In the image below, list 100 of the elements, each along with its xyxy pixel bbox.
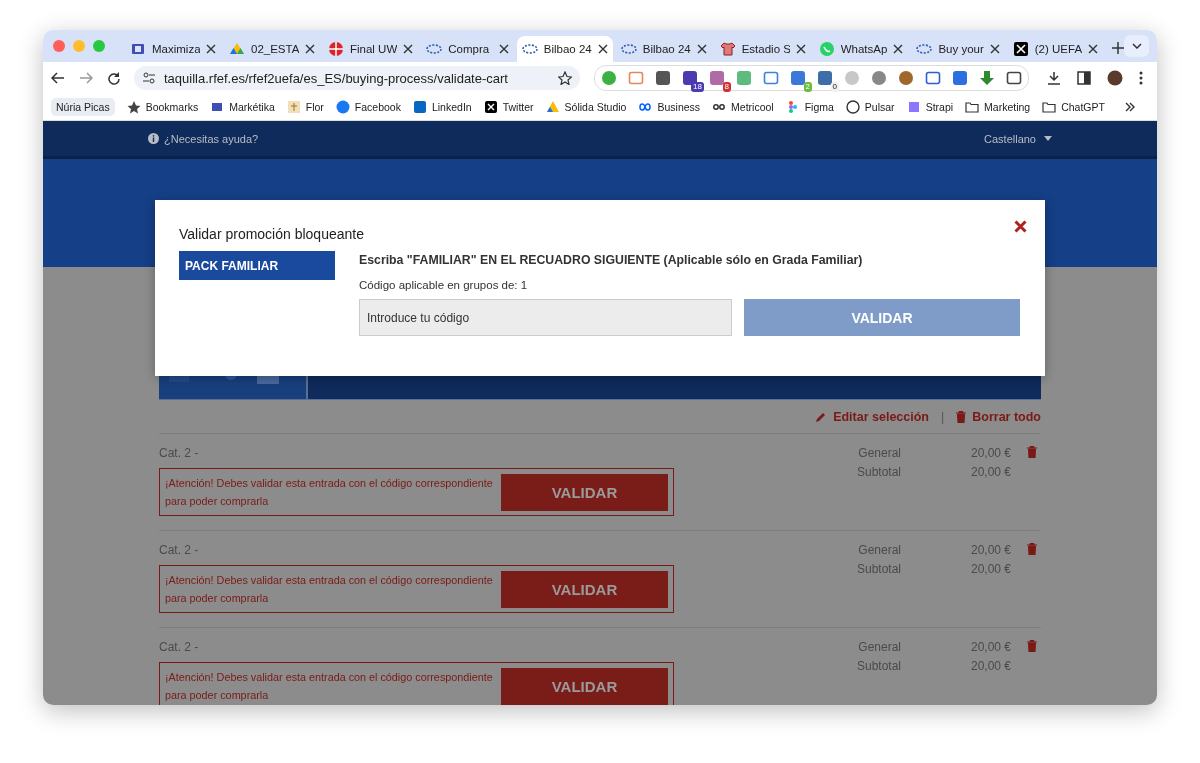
price-label: Subtotal — [856, 465, 901, 479]
price-label: General — [857, 543, 901, 557]
bookmark-link[interactable]: Bookmarks — [145, 101, 199, 113]
language-selector[interactable]: Castellano — [984, 132, 1036, 145]
browser-tab[interactable]: Final UW — [323, 36, 419, 62]
count-badge: 8 — [722, 82, 731, 92]
separator: | — [941, 409, 945, 424]
x-logo-icon — [483, 100, 498, 114]
promo-tab[interactable]: PACK FAMILIAR — [179, 251, 335, 280]
bookmark-link[interactable]: Figma — [804, 101, 834, 113]
square-icon — [906, 100, 921, 114]
chat-bubble-icon — [818, 41, 835, 57]
code-input[interactable]: Introduce tu código — [359, 299, 732, 336]
close-icon[interactable] — [1088, 44, 1099, 54]
price-label: General — [857, 446, 901, 460]
back-icon[interactable] — [51, 72, 65, 84]
bookmark-link[interactable]: Marketing — [984, 101, 1031, 113]
trash-icon[interactable] — [1027, 446, 1037, 458]
more-bookmarks-icon[interactable] — [1125, 102, 1135, 112]
avatar-icon[interactable] — [1107, 70, 1123, 86]
triangle-icon — [545, 100, 560, 114]
bookmark-link[interactable]: LinkedIn — [431, 101, 472, 113]
folder-icon — [1042, 100, 1057, 114]
bookmark-link[interactable]: Flor — [305, 101, 324, 113]
chevron-icon — [1131, 43, 1142, 49]
browser-tab[interactable]: 02_ESTA — [224, 36, 320, 62]
ring-icon — [916, 41, 933, 57]
trash-icon[interactable] — [1027, 640, 1037, 652]
star-icon — [126, 100, 141, 114]
close-icon[interactable] — [696, 44, 707, 54]
count-badge: 2 — [803, 82, 812, 92]
more-icon[interactable] — [1139, 71, 1143, 85]
browser-tab[interactable]: Buy your — [911, 36, 1005, 62]
help-link[interactable]: ¿Necesitas ayuda? — [164, 132, 259, 145]
price-value: 20,00 € — [969, 465, 1011, 479]
bookmark-link[interactable]: Facebook — [354, 101, 401, 113]
warning-text: ¡Atención! Debes validar esta entrada con el código correspondiente para poder comprarla — [165, 670, 494, 703]
arrow-icon[interactable] — [979, 70, 995, 86]
browser-tab[interactable]: Maximiza — [125, 36, 221, 62]
validate-button[interactable]: VALIDAR — [501, 570, 668, 608]
close-icon[interactable] — [795, 44, 806, 54]
close-icon[interactable] — [893, 44, 904, 54]
infinity-icon — [638, 100, 653, 114]
square-icon[interactable] — [952, 70, 968, 86]
globe-icon — [328, 41, 344, 57]
bookmark-link[interactable]: Pulsar — [864, 101, 895, 113]
close-icon[interactable] — [597, 44, 608, 54]
address-bar[interactable]: taquilla.rfef.es/rfef2uefa/es_ES/buying-process/validate-cart — [134, 66, 580, 90]
dialog-title: Validar promoción bloqueante — [179, 226, 365, 242]
trash-icon — [956, 410, 967, 423]
pencil-icon — [815, 410, 828, 423]
download-icon[interactable] — [1047, 71, 1061, 85]
square-icon[interactable] — [655, 70, 671, 86]
bookmark-link[interactable]: ChatGPT — [1061, 101, 1105, 113]
bookmark-link[interactable]: Twitter — [502, 101, 534, 113]
browser-tab[interactable]: Compra — [421, 36, 514, 62]
square-icon[interactable] — [709, 70, 725, 86]
browser-tab[interactable]: Bilbao 24 — [615, 36, 712, 62]
new-tab-icon[interactable] — [1112, 42, 1125, 54]
warning-text: ¡Atención! Debes validar esta entrada con el código correspondiente para poder comprarla — [165, 476, 494, 509]
close-icon[interactable] — [989, 44, 1000, 54]
tune-icon — [142, 72, 156, 84]
square-icon[interactable] — [817, 70, 833, 86]
trash-icon[interactable] — [1027, 543, 1037, 555]
price-value: 20,00 € — [969, 562, 1011, 576]
price-label: General — [857, 640, 901, 654]
close-icon[interactable] — [498, 44, 509, 54]
warning-text: ¡Atención! Debes validar esta entrada con el código correspondiente para poder comprarla — [165, 573, 494, 606]
close-icon[interactable] — [1014, 220, 1027, 233]
ticket-category: Cat. 2 - — [159, 446, 200, 460]
browser-tab[interactable]: WhatsAp — [813, 36, 909, 62]
count-badge: 0 — [830, 82, 839, 92]
bookmark-link[interactable]: Strapi — [925, 101, 954, 113]
bookmark-link[interactable]: Sólida Studio — [564, 101, 627, 113]
browser-tab[interactable]: Bilbao 24 — [516, 36, 613, 62]
price-value: 20,00 € — [969, 446, 1011, 460]
browser-tab[interactable]: (2) UEFA — [1007, 36, 1104, 62]
star-icon[interactable] — [558, 71, 572, 85]
linkedin-icon — [412, 100, 427, 114]
validate-button[interactable]: VALIDAR — [501, 473, 668, 511]
browser-tab[interactable]: Estadio S — [714, 36, 811, 62]
forward-icon[interactable] — [79, 72, 93, 84]
profile-chip[interactable]: Núria Picas — [51, 98, 115, 116]
bookmark-link[interactable]: Markétika — [229, 101, 275, 113]
close-icon[interactable] — [403, 44, 414, 54]
square-icon[interactable] — [790, 70, 806, 86]
validate-button[interactable]: VALIDAR — [501, 667, 668, 705]
count-badge: 18 — [691, 82, 704, 92]
side-panel-icon[interactable] — [1077, 71, 1091, 85]
price-label: Subtotal — [856, 659, 901, 673]
close-icon[interactable] — [206, 44, 216, 54]
group-note: Código aplicable en grupos de: 1 — [359, 279, 529, 291]
ring-icon — [521, 41, 538, 57]
square-icon[interactable] — [763, 70, 779, 86]
bookmark-link[interactable]: Business — [657, 101, 701, 113]
reload-icon[interactable] — [107, 71, 120, 85]
close-icon[interactable] — [305, 44, 315, 54]
x-logo-icon — [1012, 41, 1029, 57]
bookmark-link[interactable]: Metricool — [731, 101, 774, 113]
shirt-icon — [719, 41, 736, 57]
